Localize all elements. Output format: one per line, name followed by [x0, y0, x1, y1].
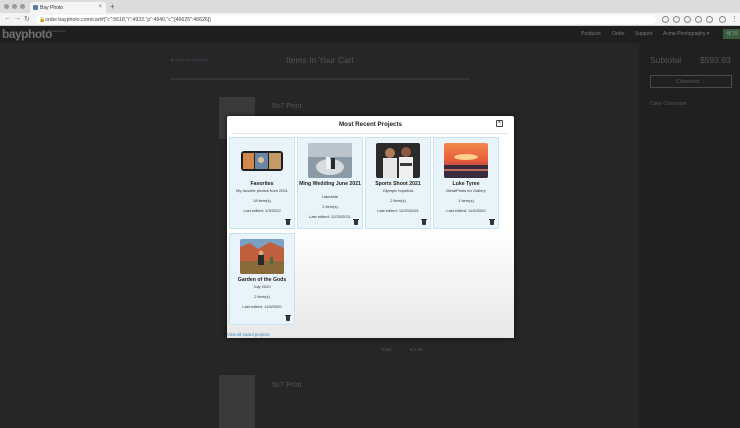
modal-divider	[233, 133, 508, 134]
color-correction-label: Color Correction	[650, 101, 687, 107]
project-last-edited: Last edited: 11/5/2020	[446, 208, 486, 213]
trash-icon[interactable]	[285, 314, 291, 321]
nav-support[interactable]: Support	[635, 31, 653, 37]
project-item-count: 2 item(s)	[390, 198, 406, 203]
close-icon[interactable]: ×	[496, 120, 503, 127]
project-card[interactable]: Garden of the Gods July 2020 2 item(s) L…	[229, 233, 295, 325]
extension-icon[interactable]	[706, 16, 713, 23]
project-description: Olympic hopefuls	[382, 188, 414, 193]
item-total-value: $ 1.99	[410, 347, 423, 352]
nav-products[interactable]: Products	[581, 31, 601, 37]
favicon-icon	[33, 5, 38, 10]
project-thumbnail	[444, 143, 488, 178]
project-description: MetalPrints for Gallery	[446, 188, 486, 193]
url-field[interactable]: 🔒 order.bayphoto.com/cart#{"c":5618,"i":…	[36, 15, 656, 24]
project-last-edited: Last edited: 11/5/2020	[242, 304, 282, 309]
cart-button[interactable]: 🛒15	[723, 29, 740, 39]
tab-title: Bay Photo	[40, 5, 64, 11]
project-card[interactable]: Ming Wedding June 2021 Lakeside 2 item(s…	[297, 137, 363, 229]
extension-icon[interactable]	[662, 16, 669, 23]
project-description: July 2020	[253, 284, 271, 289]
project-item-count: 1 item(s)	[458, 198, 474, 203]
subtotal-value: $593.93	[700, 55, 731, 65]
project-last-edited: Last edited: 1/3/2022	[243, 208, 281, 213]
project-thumbnail	[308, 143, 352, 178]
project-card[interactable]: Favorites My favorite photos from 2021 1…	[229, 137, 295, 229]
logo-subtitle: Personal Photo Lab	[48, 29, 66, 33]
browser-tab[interactable]: Bay Photo ×	[30, 2, 106, 13]
cart-item-title: 5x7 Print	[272, 380, 302, 389]
tab-close-icon[interactable]: ×	[98, 4, 102, 10]
nav-account[interactable]: Acme Photography ▾	[663, 31, 709, 37]
project-card[interactable]: Luke Tyree MetalPrints for Gallery 1 ite…	[433, 137, 499, 229]
nav-order[interactable]: Order	[612, 31, 625, 37]
extension-icon[interactable]	[673, 16, 680, 23]
window-minimize-dot[interactable]	[12, 4, 17, 9]
site-logo[interactable]: bayphoto Personal Photo Lab	[2, 27, 66, 41]
continue-shopping-link: ◀ Continue Shopping	[170, 57, 209, 62]
window-close-dot[interactable]	[4, 4, 9, 9]
lock-icon: 🔒	[39, 17, 46, 23]
trash-icon[interactable]	[285, 218, 291, 225]
reload-button[interactable]: ↻	[24, 15, 30, 23]
project-description: Lakeside	[321, 194, 338, 199]
project-name: Luke Tyree	[452, 181, 480, 187]
address-bar-row: ← → ↻ 🔒 order.bayphoto.com/cart#{"c":561…	[0, 13, 740, 26]
cart-title: Items In Your Cart	[286, 55, 355, 65]
project-name: Garden of the Gods	[237, 277, 287, 283]
project-name: Favorites	[250, 181, 274, 187]
trash-icon[interactable]	[489, 218, 495, 225]
profile-avatar[interactable]	[719, 16, 726, 23]
new-tab-button[interactable]: +	[110, 2, 115, 11]
project-thumbnail	[240, 143, 284, 178]
extension-icon[interactable]	[695, 16, 702, 23]
project-item-count: 18 item(s)	[253, 198, 271, 203]
project-name: Ming Wedding June 2021	[299, 181, 361, 187]
project-thumbnail	[240, 239, 284, 274]
project-item-count: 2 item(s)	[322, 204, 338, 209]
modal-title: Most Recent Projects	[339, 121, 402, 128]
back-button[interactable]: ←	[4, 15, 11, 22]
view-all-projects-link[interactable]: View all saved projects	[227, 332, 270, 337]
checkout-button: Checkout →	[650, 75, 732, 88]
item-total-label: Total:	[381, 347, 392, 352]
cart-count: 15	[732, 31, 738, 37]
extension-icon[interactable]	[684, 16, 691, 23]
trash-icon[interactable]	[421, 218, 427, 225]
forward-button[interactable]: →	[14, 15, 21, 22]
project-thumbnail	[376, 143, 420, 178]
divider	[170, 78, 470, 80]
window-zoom-dot[interactable]	[20, 4, 25, 9]
cart-item-title: 5x7 Print	[272, 101, 302, 110]
browser-tabbar: Bay Photo × +	[0, 0, 740, 13]
cart-item-thumbnail	[219, 375, 255, 428]
recent-projects-modal: Most Recent Projects × Favorites My favo…	[227, 116, 514, 338]
project-last-edited: Last edited: 12/20/2021	[377, 208, 419, 213]
project-card[interactable]: Sports Shoot 2021 Olympic hopefuls 2 ite…	[365, 137, 431, 229]
url-text: order.bayphoto.com/cart#{"c":5618,"i":49…	[45, 17, 211, 23]
project-name: Sports Shoot 2021	[375, 181, 421, 187]
project-description: My favorite photos from 2021	[236, 188, 288, 193]
trash-icon[interactable]	[353, 218, 359, 225]
browser-menu-icon[interactable]: ⋮	[731, 15, 738, 23]
project-item-count: 2 item(s)	[254, 294, 270, 299]
site-header	[0, 26, 740, 43]
subtotal-label: Subtotal	[650, 55, 682, 65]
